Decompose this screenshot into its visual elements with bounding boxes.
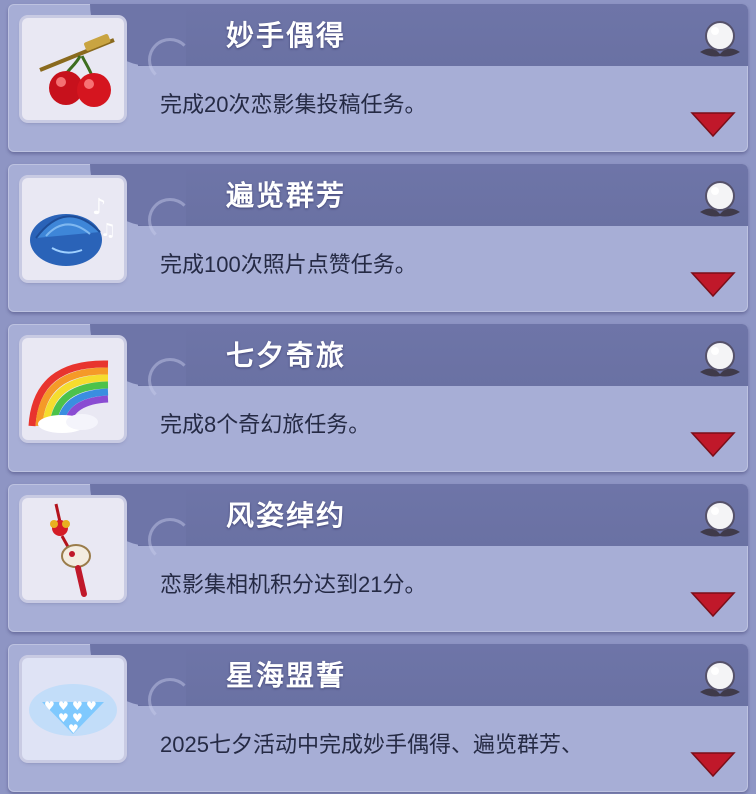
rainbow-icon: [28, 360, 109, 433]
expand-arrow-button[interactable]: [690, 270, 736, 298]
achievement-title: 妙手偶得: [226, 20, 347, 51]
achievement-description: 完成20次恋影集投稿任务。: [160, 92, 427, 117]
decorative-swirl: [148, 198, 192, 242]
svg-text:♫: ♫: [100, 220, 116, 241]
charm-pendant-icon: [50, 503, 91, 597]
achievement-card[interactable]: 妙手偶得 完成20次恋影集投稿任务。: [8, 4, 748, 152]
decorative-swirl: [148, 358, 192, 402]
pearl-icon: [700, 661, 740, 697]
achievement-icon-frame: [22, 498, 124, 600]
achievement-card[interactable]: ♥ ♥ ♥ ♥ ♥ ♥ ♥ 星海盟誓 2025七夕活动中完成妙手偶得、遍览群芳、: [8, 644, 748, 792]
achievement-icon-frame: ♥ ♥ ♥ ♥ ♥ ♥ ♥: [22, 658, 124, 760]
pearl-icon: [700, 341, 740, 377]
expand-arrow-button[interactable]: [690, 750, 736, 778]
pearl-icon: [700, 501, 740, 537]
achievement-title: 遍览群芳: [226, 180, 347, 211]
achievement-list: 妙手偶得 完成20次恋影集投稿任务。 ♪ ♫ 遍览群芳 完成100次照片点赞任务…: [0, 0, 756, 794]
glowing-hearts-icon: ♥ ♥ ♥ ♥ ♥ ♥ ♥: [29, 684, 117, 736]
achievement-icon-frame: [22, 18, 124, 120]
achievement-description: 恋影集相机积分达到21分。: [160, 572, 427, 597]
achievement-title: 星海盟誓: [226, 660, 347, 691]
decorative-swirl: [148, 518, 192, 562]
achievement-card[interactable]: ♪ ♫ 遍览群芳 完成100次照片点赞任务。: [8, 164, 748, 312]
svg-text:♥: ♥: [86, 699, 97, 713]
achievement-title: 风姿绰约: [226, 500, 347, 531]
expand-arrow-button[interactable]: [690, 590, 736, 618]
achievement-description: 完成8个奇幻旅任务。: [160, 412, 371, 437]
achievement-card[interactable]: 七夕奇旅 完成8个奇幻旅任务。: [8, 324, 748, 472]
achievement-description: 完成100次照片点赞任务。: [160, 252, 417, 277]
pearl-icon: [700, 21, 740, 57]
svg-text:♪: ♪: [92, 195, 106, 220]
achievement-icon-frame: [22, 338, 124, 440]
achievement-title: 七夕奇旅: [226, 340, 347, 371]
decorative-swirl: [148, 38, 192, 82]
achievement-icon-frame: ♪ ♫: [22, 178, 124, 280]
cherries-icon: [39, 34, 115, 107]
expand-arrow-button[interactable]: [690, 110, 736, 138]
svg-text:♥: ♥: [68, 722, 79, 736]
seashell-icon: ♪ ♫: [30, 195, 116, 266]
pearl-icon: [700, 181, 740, 217]
achievement-card[interactable]: 风姿绰约 恋影集相机积分达到21分。: [8, 484, 748, 632]
expand-arrow-button[interactable]: [690, 430, 736, 458]
achievement-description: 2025七夕活动中完成妙手偶得、遍览群芳、: [160, 732, 583, 757]
decorative-swirl: [148, 678, 192, 722]
svg-text:♥: ♥: [44, 699, 55, 713]
